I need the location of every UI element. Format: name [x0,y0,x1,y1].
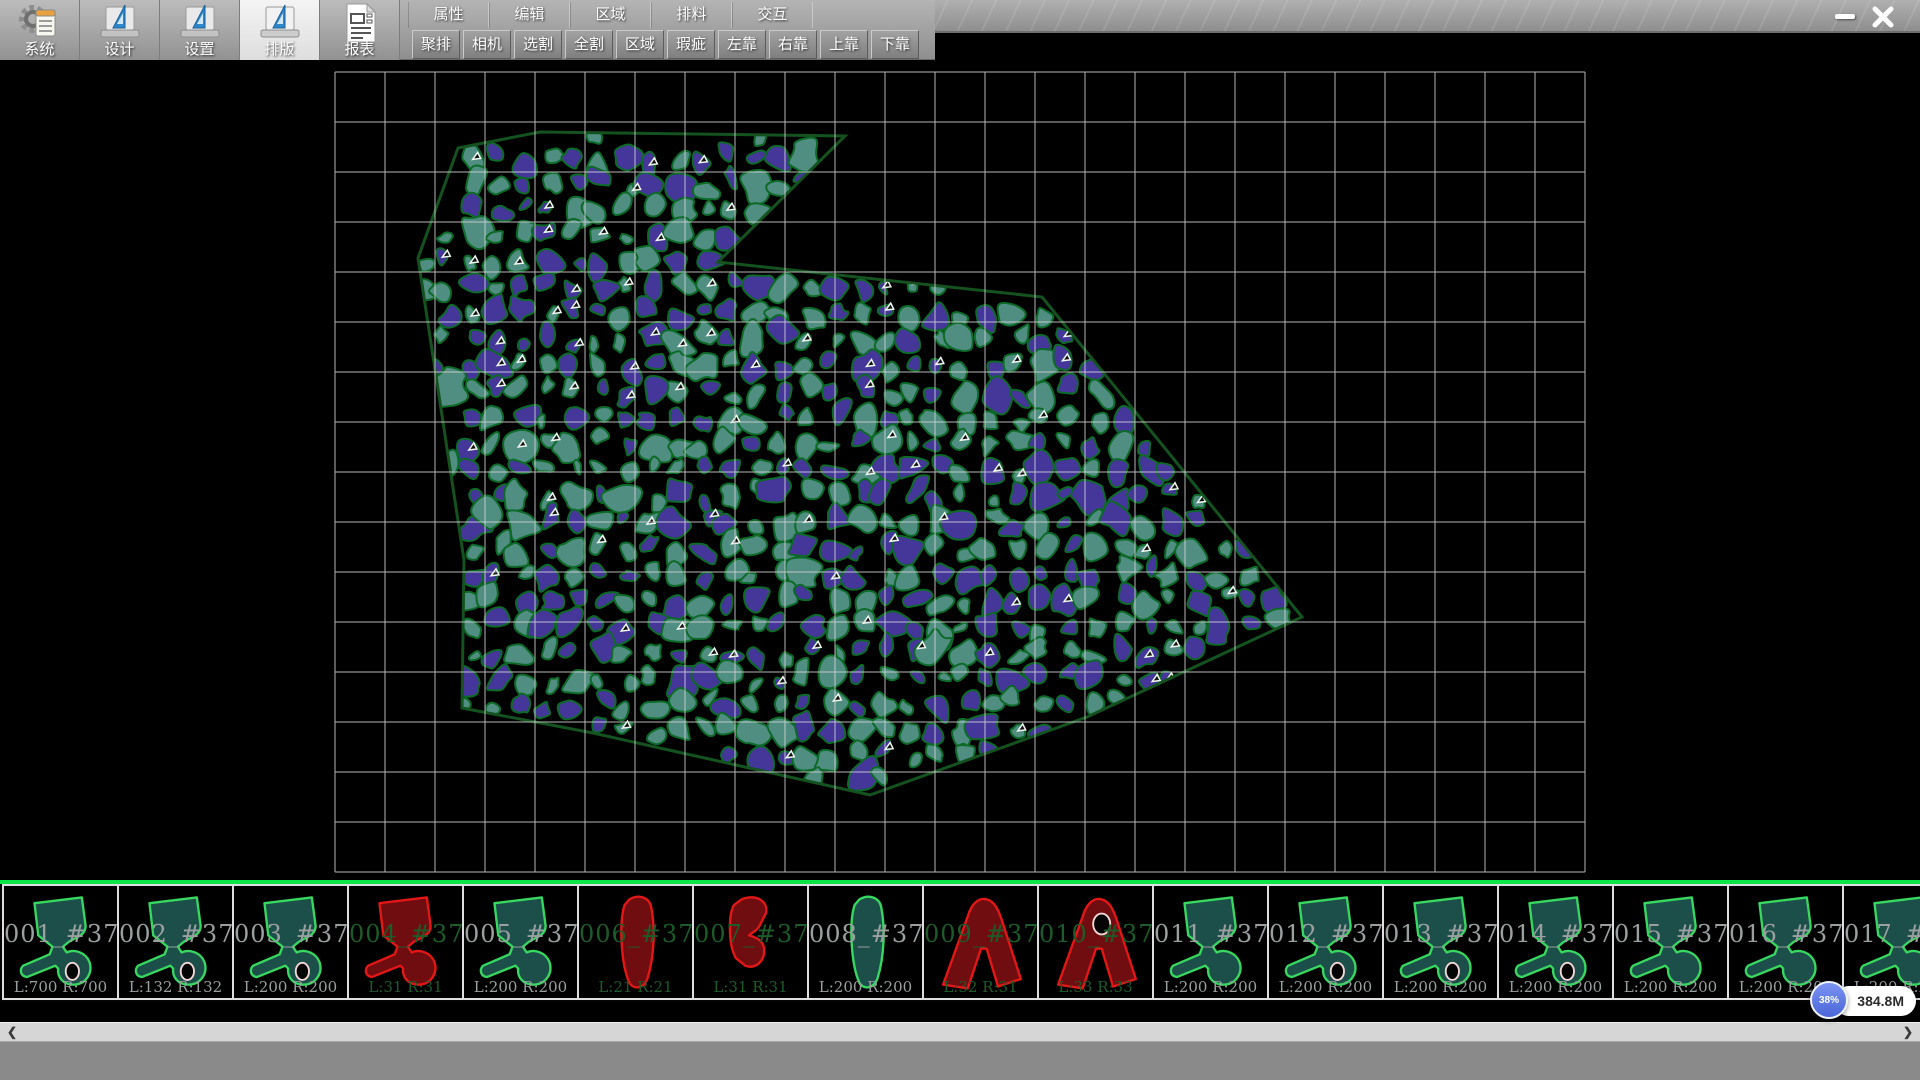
app-tab-label: 设置 [160,38,239,59]
minimize-button[interactable] [1830,3,1860,30]
parts-thumbnail-strip: 001_#37L:700 R:700002_#37L:132 R:132003_… [0,880,1920,1002]
nesting-canvas[interactable] [0,33,1920,880]
part-thumbnail-14[interactable]: 014_#37L:200 R:200 [1497,884,1614,1000]
part-shape [1043,888,1149,996]
part-thumbnail-12[interactable]: 012_#37L:200 R:200 [1267,884,1384,1000]
app-tab-nesting[interactable]: 排版 [240,0,320,60]
part-shape [698,888,804,996]
tool-bar: 聚排相机选割全割区域瑕疵左靠右靠上靠下靠 [412,30,922,59]
status-bar [0,1041,1920,1080]
part-thumbnail-9[interactable]: 009_#37L:32 R:31 [922,884,1039,1000]
part-shape [1158,888,1264,996]
part-thumbnail-11[interactable]: 011_#37L:200 R:200 [1152,884,1269,1000]
part-shape [1503,888,1609,996]
scroll-left-icon[interactable]: ❮ [0,1023,24,1042]
app-tab-label: 系统 [0,38,79,59]
menu-tab-properties[interactable]: 属性 [408,2,489,28]
part-shape [8,888,114,996]
part-thumbnail-1[interactable]: 001_#37L:700 R:700 [2,884,119,1000]
menu-tab-interact[interactable]: 交互 [732,2,813,28]
part-thumbnail-2[interactable]: 002_#37L:132 R:132 [117,884,234,1000]
app-tab-label: 排版 [240,38,319,59]
tool-button-region[interactable]: 区域 [616,30,664,59]
scroll-right-icon[interactable]: ❯ [1896,1023,1920,1042]
part-thumbnail-7[interactable]: 007_#37L:31 R:31 [692,884,809,1000]
part-shape [583,888,689,996]
part-shape [928,888,1034,996]
application-window: 系统设计设置排版报表 属性编辑区域排料交互 聚排相机选割全割区域瑕疵左靠右靠上靠… [0,0,1920,1080]
app-tab-report[interactable]: 报表 [320,0,400,60]
part-thumbnail-15[interactable]: 015_#37L:200 R:200 [1612,884,1729,1000]
part-thumbnail-8[interactable]: 008_#37L:200 R:200 [807,884,924,1000]
app-tab-label: 报表 [320,38,399,59]
tool-button-select-cut[interactable]: 选割 [514,30,562,59]
part-shape [1848,888,1920,996]
part-shape [353,888,459,996]
part-shape [123,888,229,996]
tool-button-cluster-nest[interactable]: 聚排 [412,30,460,59]
memory-usage-badge[interactable]: 384.8M 38% [1810,981,1920,1021]
part-thumbnail-5[interactable]: 005_#37L:200 R:200 [462,884,579,1000]
part-thumbnail-3[interactable]: 003_#37L:200 R:200 [232,884,349,1000]
tool-button-defect[interactable]: 瑕疵 [667,30,715,59]
close-icon [1872,6,1894,28]
app-tab-system[interactable]: 系统 [0,0,80,60]
part-shape [468,888,574,996]
part-thumbnail-10[interactable]: 010_#37L:33 R:33 [1037,884,1154,1000]
app-tab-design[interactable]: 设计 [80,0,160,60]
menu-bar: 属性编辑区域排料交互 [408,2,813,28]
part-thumbnail-6[interactable]: 006_#37L:21 R:21 [577,884,694,1000]
part-shape [1388,888,1494,996]
tool-button-snap-right[interactable]: 右靠 [769,30,817,59]
canvas-svg [0,33,1920,880]
menu-tab-edit[interactable]: 编辑 [489,2,570,28]
minimize-icon [1835,14,1855,19]
part-shape [813,888,919,996]
tool-button-snap-left[interactable]: 左靠 [718,30,766,59]
part-shape [1273,888,1379,996]
horizontal-scrollbar[interactable]: ❮ ❯ [0,1022,1920,1041]
tool-button-cut-all[interactable]: 全割 [565,30,613,59]
app-tab-bar: 系统设计设置排版报表 [0,0,400,60]
close-button[interactable] [1868,3,1898,30]
part-thumbnail-13[interactable]: 013_#37L:200 R:200 [1382,884,1499,1000]
part-thumbnail-4[interactable]: 004_#37L:31 R:31 [347,884,464,1000]
menu-tab-region[interactable]: 区域 [570,2,651,28]
tool-button-snap-top[interactable]: 上靠 [820,30,868,59]
tool-button-camera[interactable]: 相机 [463,30,511,59]
menu-tab-nest[interactable]: 排料 [651,2,732,28]
app-tab-label: 设计 [80,38,159,59]
tool-button-snap-bottom[interactable]: 下靠 [871,30,919,59]
part-shape [1733,888,1839,996]
app-tab-settings[interactable]: 设置 [160,0,240,60]
part-shape [1618,888,1724,996]
part-shape [238,888,344,996]
percent-circle: 38% [1810,981,1848,1019]
